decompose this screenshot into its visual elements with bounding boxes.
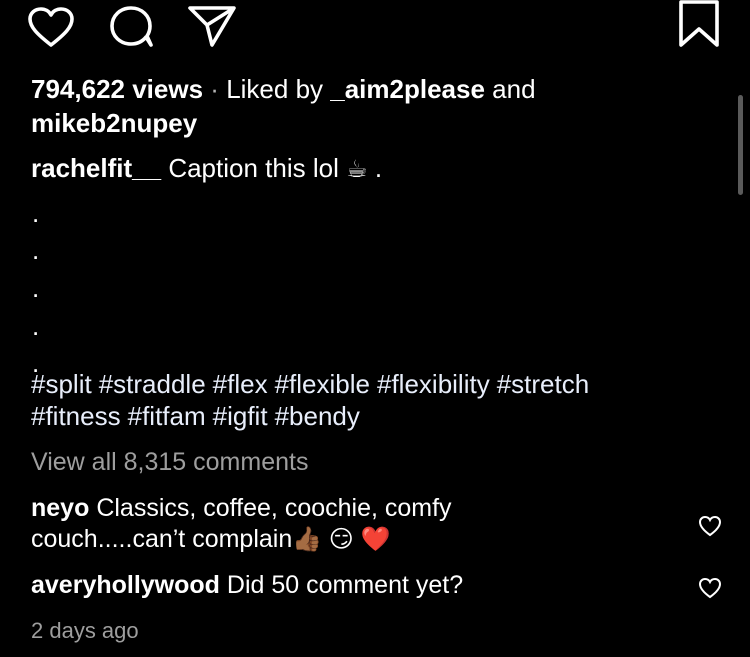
post-timestamp: 2 days ago <box>31 618 139 643</box>
caption-username[interactable]: rachelfit__ <box>31 153 161 183</box>
comment-text-continued: couch.....can’t complain <box>31 525 293 553</box>
hashtag-link[interactable]: #split <box>31 369 92 399</box>
comment-item: neyo Classics, coffee, coochie, comfy co… <box>31 493 651 555</box>
post-action-bar <box>0 0 750 60</box>
heart-outline-icon[interactable] <box>698 577 722 599</box>
comment-item: averyhollywood Did 50 comment yet? <box>31 570 651 601</box>
separator-dot: · <box>210 74 219 104</box>
hashtag-link[interactable]: #igfit <box>213 401 268 431</box>
caption-dot: . <box>32 198 40 228</box>
heart-icon[interactable] <box>27 6 75 48</box>
hashtag-link[interactable]: #flexibility <box>377 369 490 399</box>
comment-text: Classics, coffee, coochie, comfy <box>96 494 452 522</box>
hashtag-link[interactable]: #bendy <box>275 401 360 431</box>
coffee-emoji: ☕ <box>346 156 368 183</box>
scroll-indicator[interactable] <box>738 95 743 195</box>
liked-by-prefix: Liked by <box>226 74 324 104</box>
caption-dot: . <box>32 273 40 303</box>
hashtag-link[interactable]: #straddle <box>99 369 206 399</box>
comment-username[interactable]: averyhollywood <box>31 571 220 599</box>
hashtag-link[interactable]: #flex <box>213 369 268 399</box>
comment-username[interactable]: neyo <box>31 494 89 522</box>
caption-dot: . <box>32 235 40 265</box>
comment-emojis: 👍🏾 😏 ❤️ <box>292 526 391 553</box>
caption-trailing-dot: . <box>374 153 383 183</box>
view-all-comments-link[interactable]: View all 8,315 comments <box>31 446 308 478</box>
hashtag-link[interactable]: #fitness <box>31 401 121 431</box>
bookmark-icon[interactable] <box>677 0 721 48</box>
caption-dot: . <box>32 311 40 341</box>
heart-outline-icon[interactable] <box>698 515 722 537</box>
hashtag-list: #split #straddle #flex #flexible #flexibilit… <box>31 368 721 432</box>
view-count[interactable]: 794,622 views <box>31 74 203 104</box>
hashtag-link[interactable]: #fitfam <box>128 401 206 431</box>
liked-by-username-2[interactable]: mikeb2nupey <box>31 108 197 138</box>
hashtag-link[interactable]: #stretch <box>497 369 590 399</box>
hashtag-link[interactable]: #flexible <box>275 369 370 399</box>
paper-plane-icon[interactable] <box>186 4 238 48</box>
views-and-likes: 794,622 views · Liked by _aim2please and… <box>31 72 671 140</box>
comment-bubble-icon[interactable] <box>108 4 156 48</box>
comment-text: Did 50 comment yet? <box>226 571 464 599</box>
liked-by-and: and <box>492 74 536 104</box>
post-caption: rachelfit__ Caption this lol ☕ . <box>31 151 711 187</box>
liked-by-username[interactable]: _aim2please <box>330 74 485 104</box>
caption-text: Caption this lol <box>168 153 339 183</box>
